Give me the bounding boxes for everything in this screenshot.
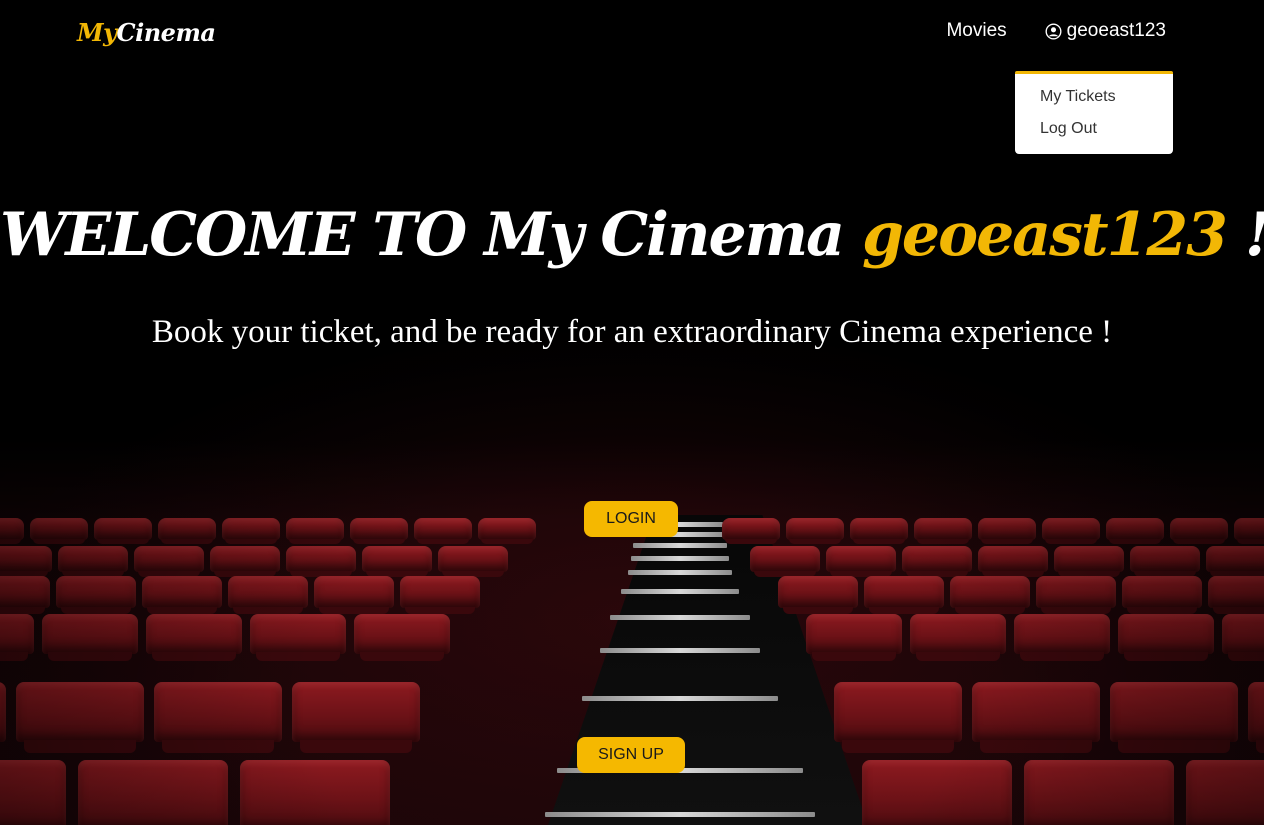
stair-step — [610, 615, 750, 620]
theater-seat — [902, 546, 972, 577]
theater-seat — [350, 518, 408, 544]
theater-seat — [862, 760, 1012, 825]
stair-step — [582, 696, 778, 701]
theater-seat — [438, 546, 508, 577]
theater-seat — [978, 546, 1048, 577]
theater-seat — [0, 682, 6, 742]
theater-seat — [478, 518, 536, 544]
theater-seat — [30, 518, 88, 544]
theater-seat — [146, 614, 242, 662]
aisle — [548, 515, 868, 825]
theater-seat — [0, 518, 24, 544]
theater-seat — [1042, 518, 1100, 544]
theater-seat — [134, 546, 204, 577]
theater-seat — [914, 518, 972, 544]
theater-seat — [0, 760, 66, 825]
user-dropdown-menu: My Tickets Log Out — [1015, 71, 1173, 154]
welcome-username: geoeast123 — [861, 200, 1228, 270]
theater-seat — [1024, 760, 1174, 825]
theater-seat — [292, 682, 420, 753]
theater-seat — [1186, 760, 1264, 825]
theater-seat — [978, 518, 1036, 544]
welcome-text: WELCOME TO My Cinema — [0, 200, 862, 270]
signup-button[interactable]: SIGN UP — [577, 737, 685, 773]
login-button[interactable]: LOGIN — [584, 501, 678, 537]
theater-seat — [1234, 518, 1264, 544]
theater-seat — [1248, 682, 1264, 753]
theater-seat — [0, 614, 34, 662]
theater-seat — [1110, 682, 1238, 753]
theater-seat — [78, 760, 228, 825]
stair-step — [628, 570, 732, 575]
theater-seat — [210, 546, 280, 577]
theater-seat — [314, 576, 394, 614]
theater-seat — [786, 518, 844, 544]
theater-seat — [222, 518, 280, 544]
theater-seat — [910, 614, 1006, 662]
stair-step — [545, 812, 815, 817]
theater-seat — [1130, 546, 1200, 577]
stair-step — [600, 648, 760, 653]
theater-seat — [1208, 576, 1264, 614]
user-menu-toggle[interactable]: geoeast123 — [1045, 20, 1166, 42]
theater-seat — [362, 546, 432, 577]
logo-my: My — [77, 18, 117, 47]
theater-seat — [0, 576, 50, 614]
theater-seat — [354, 614, 450, 662]
stair-step — [633, 543, 727, 548]
logo-cinema: Cinema — [116, 18, 216, 47]
stair-step — [621, 589, 739, 594]
theater-seat — [1014, 614, 1110, 662]
welcome-heading: WELCOME TO My Cinema geoeast123 ! ! ! — [0, 200, 1264, 270]
menu-item-my-tickets[interactable]: My Tickets — [1015, 88, 1173, 120]
home-page: MyCinema Movies geoeast123 My Tickets Lo… — [0, 0, 1264, 825]
top-nav: Movies geoeast123 — [946, 20, 1166, 42]
welcome-exclaim: ! ! ! — [1226, 200, 1264, 270]
theater-seat — [1118, 614, 1214, 662]
brand-logo[interactable]: MyCinema — [77, 18, 216, 47]
nav-movies-link[interactable]: Movies — [946, 20, 1006, 42]
theater-seat — [154, 682, 282, 753]
theater-seat — [950, 576, 1030, 614]
theater-seat — [94, 518, 152, 544]
theater-seat — [286, 518, 344, 544]
theater-seat — [1206, 546, 1264, 577]
theater-seat — [972, 682, 1100, 753]
theater-seat — [286, 546, 356, 577]
theater-seat — [750, 546, 820, 577]
user-circle-icon — [1045, 23, 1062, 40]
theater-seat — [228, 576, 308, 614]
username-label: geoeast123 — [1066, 20, 1166, 41]
theater-seat — [56, 576, 136, 614]
theater-seat — [250, 614, 346, 662]
theater-seat — [240, 760, 390, 825]
theater-seat — [58, 546, 128, 577]
theater-seat — [158, 518, 216, 544]
theater-seat — [16, 682, 144, 753]
theater-seat — [1222, 614, 1264, 662]
theater-seat — [414, 518, 472, 544]
welcome-subtitle: Book your ticket, and be ready for an ex… — [151, 314, 1113, 350]
theater-seat — [1036, 576, 1116, 614]
theater-seat — [722, 518, 780, 544]
menu-item-log-out[interactable]: Log Out — [1015, 120, 1173, 152]
theater-seat — [850, 518, 908, 544]
theater-seat — [1122, 576, 1202, 614]
theater-seat — [142, 576, 222, 614]
theater-seat — [834, 682, 962, 753]
theater-seat — [806, 614, 902, 662]
theater-seat — [1106, 518, 1164, 544]
theater-seat — [1054, 546, 1124, 577]
theater-seat — [1170, 518, 1228, 544]
theater-seat — [778, 576, 858, 614]
theater-seat — [864, 576, 944, 614]
stair-step — [631, 556, 729, 561]
theater-seat — [42, 614, 138, 662]
theater-seat — [826, 546, 896, 577]
theater-seat — [400, 576, 480, 614]
theater-seat — [0, 546, 52, 577]
